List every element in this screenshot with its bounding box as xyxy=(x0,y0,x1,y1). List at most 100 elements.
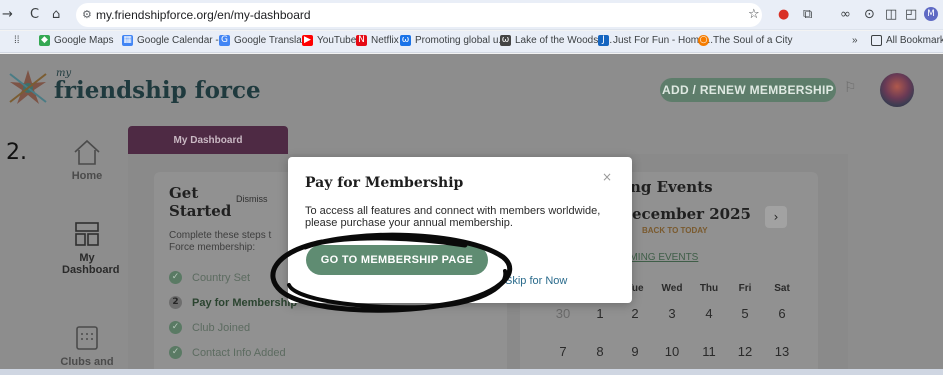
logo-wordmark[interactable]: friendship force xyxy=(54,77,261,104)
bottom-edge xyxy=(0,369,943,375)
step-club-joined[interactable]: ✓ Club Joined xyxy=(169,321,250,334)
logo-star-icon xyxy=(9,70,47,104)
home-icon[interactable]: ⌂ xyxy=(52,7,60,23)
site-settings-icon[interactable]: ⚙ xyxy=(82,8,92,21)
tab-search-icon[interactable]: ◫ xyxy=(885,7,897,23)
sidebar-item-label: Home xyxy=(71,170,103,182)
bookmark-just-for-fun[interactable]: J Just For Fun - Home... xyxy=(598,35,713,46)
reload-icon[interactable]: C xyxy=(30,7,39,23)
sidebar-item-label: Clubs and xyxy=(60,356,114,368)
calendar-day[interactable]: 4 xyxy=(694,306,724,321)
step-label: Contact Info Added xyxy=(192,346,286,359)
bookmark-soul-of-a-city[interactable]: ○ The Soul of a City xyxy=(698,35,792,46)
calendar-day[interactable]: 12 xyxy=(730,344,760,359)
avatar[interactable] xyxy=(880,73,914,107)
apps-icon[interactable]: ⁞⁞ xyxy=(14,35,20,46)
sidebar-item-label: My Dashboard xyxy=(62,252,120,276)
notification-icon[interactable]: ⚐ xyxy=(844,80,857,96)
calendar-day[interactable]: 8 xyxy=(585,344,615,359)
calendar-day[interactable]: 5 xyxy=(730,306,760,321)
scribble-annotation xyxy=(270,232,512,313)
bookmark-google-translate[interactable]: G Google Translate xyxy=(219,35,310,46)
calendar-weekday: Wed xyxy=(661,283,683,294)
browser-toolbar: → C ⌂ ⚙ my.friendshipforce.org/en/my-das… xyxy=(0,0,943,30)
description-line: Complete these steps t xyxy=(169,230,272,241)
calendar-weekday: Sat xyxy=(774,283,790,294)
modal-body-line: To access all features and connect with … xyxy=(305,205,601,217)
calendar-day[interactable]: 3 xyxy=(657,306,687,321)
calendar-weekday: Thu xyxy=(699,283,719,294)
home-icon xyxy=(74,139,100,165)
bookmarks-bar: ⁞⁞ ◆ Google Maps ▦ Google Calendar -... GG… xyxy=(0,31,943,53)
get-started-title-line: Started xyxy=(169,202,232,220)
more-bookmarks-icon[interactable]: » xyxy=(852,35,858,46)
calendar-day[interactable]: 2 xyxy=(620,306,650,321)
maps-icon: ◆ xyxy=(39,35,50,46)
sidebar-item-my-dashboard[interactable]: My Dashboard xyxy=(42,220,132,276)
all-bookmarks[interactable]: All Bookmarks xyxy=(871,35,943,46)
bookmark-google-maps[interactable]: ◆ Google Maps xyxy=(39,35,113,46)
bookmark-label: Google Translate xyxy=(234,35,311,46)
calendar-day[interactable]: 10 xyxy=(657,344,687,359)
back-to-today-link[interactable]: BACK TO TODAY xyxy=(642,226,708,235)
calendar-day[interactable]: 13 xyxy=(767,344,797,359)
sidebar-icon[interactable]: ◰ xyxy=(905,7,917,23)
extension-icon[interactable]: ● xyxy=(778,7,789,23)
link-icon[interactable]: ∞ xyxy=(840,7,851,23)
bookmark-label: The Soul of a City xyxy=(713,35,793,46)
check-icon: ✓ xyxy=(169,271,182,284)
ff-icon: ω xyxy=(500,35,511,46)
get-started-title-line: Get xyxy=(169,184,199,202)
close-icon[interactable]: × xyxy=(602,170,612,184)
dismiss-link[interactable]: Dismiss xyxy=(236,194,268,204)
url-text[interactable]: my.friendshipforce.org/en/my-dashboard xyxy=(96,8,311,22)
download-icon[interactable]: ⊙ xyxy=(864,7,875,23)
forward-icon[interactable]: → xyxy=(2,7,13,23)
calendar-day[interactable]: 7 xyxy=(548,344,578,359)
add-renew-membership-button[interactable]: ADD / RENEW MEMBERSHIP xyxy=(660,78,836,102)
bookmark-label: Google Maps xyxy=(54,35,114,46)
calendar-day[interactable]: 1 xyxy=(585,306,615,321)
extensions-puzzle-icon[interactable]: ⧉ xyxy=(803,7,812,23)
bookmark-lake-of-the-woods[interactable]: ω Lake of the Woods I... xyxy=(500,35,612,46)
all-bookmarks-label: All Bookmarks xyxy=(886,35,943,46)
netflix-icon: N xyxy=(356,35,367,46)
bookmark-google-calendar[interactable]: ▦ Google Calendar -... xyxy=(122,35,227,46)
ff-icon: ω xyxy=(400,35,411,46)
get-started-description: Complete these steps t Force membership: xyxy=(169,230,271,254)
step-label: Club Joined xyxy=(192,321,251,334)
step-label: Country Set xyxy=(192,271,251,284)
calendar-weekday: Fri xyxy=(738,283,752,294)
profile-icon[interactable]: M xyxy=(924,7,938,21)
tab-my-dashboard[interactable]: My Dashboard xyxy=(128,126,288,156)
description-line: Force membership: xyxy=(169,242,256,253)
star-icon[interactable]: ☆ xyxy=(748,7,760,23)
bookmark-netflix[interactable]: N Netflix xyxy=(356,35,399,46)
calendar-day[interactable]: 30 xyxy=(548,306,578,321)
step-contact-info[interactable]: ✓ Contact Info Added xyxy=(169,346,286,359)
bookmark-label: Promoting global u... xyxy=(415,35,507,46)
calendar-day[interactable]: 9 xyxy=(620,344,650,359)
calendar-day[interactable]: 11 xyxy=(694,344,724,359)
bookmark-youtube[interactable]: ▶ YouTube xyxy=(302,35,356,46)
step-number: 2 xyxy=(169,296,182,309)
page-number: 2. xyxy=(6,140,27,165)
sidebar-item-clubs[interactable]: Clubs and xyxy=(42,324,132,368)
translate-icon: G xyxy=(219,35,230,46)
site-icon: ○ xyxy=(698,35,709,46)
page-content: my friendship force ADD / RENEW MEMBERSH… xyxy=(0,54,943,375)
sidebar-item-home[interactable]: Home xyxy=(42,138,132,182)
calendar-day[interactable]: 6 xyxy=(767,306,797,321)
check-icon: ✓ xyxy=(169,346,182,359)
next-month-button[interactable]: › xyxy=(765,206,787,228)
bookmark-label: Google Calendar -... xyxy=(137,35,228,46)
get-started-title: Get Started xyxy=(169,184,231,220)
modal-body: To access all features and connect with … xyxy=(305,205,625,229)
bookmark-promoting[interactable]: ω Promoting global u... xyxy=(400,35,507,46)
bookmark-label: Netflix xyxy=(371,35,399,46)
dashboard-icon xyxy=(75,222,99,246)
step-country-set[interactable]: ✓ Country Set xyxy=(169,271,250,284)
calendar-month: ecember 2025 xyxy=(632,205,751,223)
check-icon: ✓ xyxy=(169,321,182,334)
calendar-icon: ▦ xyxy=(122,35,133,46)
